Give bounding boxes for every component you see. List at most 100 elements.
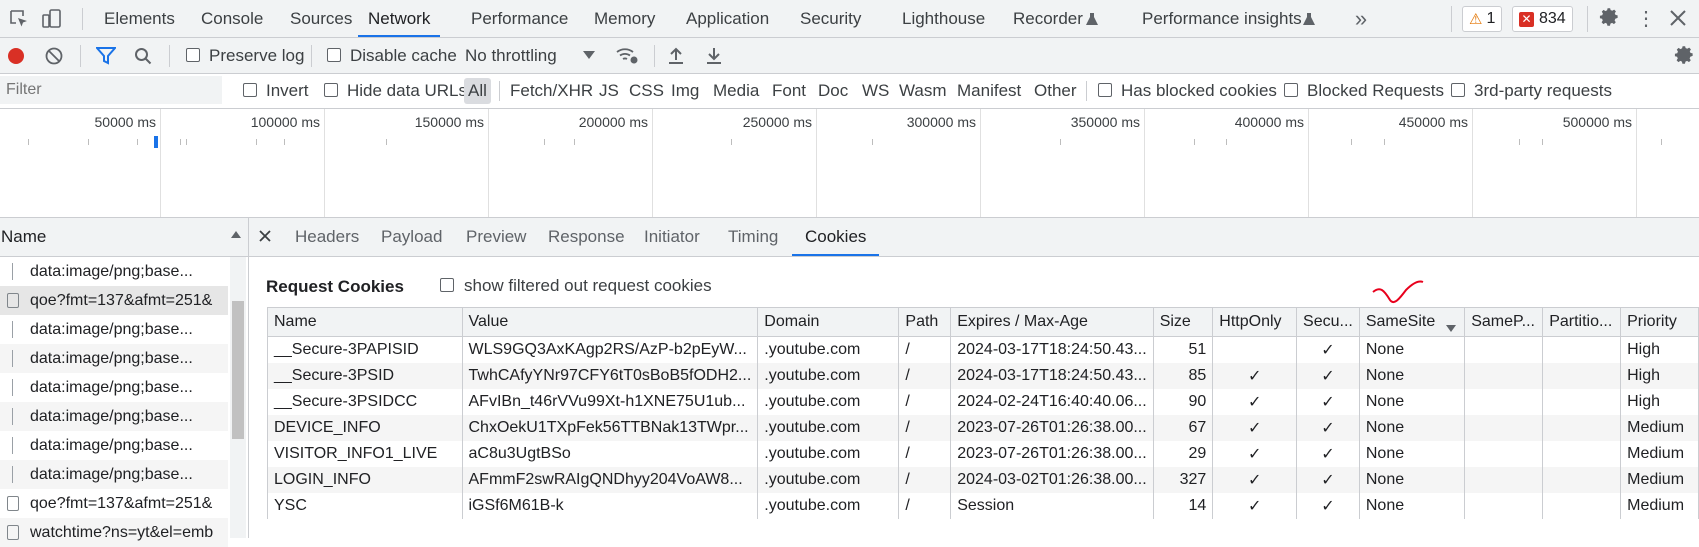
column-header-expires[interactable]: Expires / Max-Age xyxy=(950,307,1154,337)
hide-data-urls-checkbox[interactable] xyxy=(324,83,338,97)
network-settings-gear-icon[interactable] xyxy=(1673,44,1697,68)
column-header-value[interactable]: Value xyxy=(461,307,759,337)
cookie-row[interactable]: VISITOR_INFO1_LIVE aC8u3UgtBSo .youtube.… xyxy=(267,441,1699,467)
cookie-row[interactable]: DEVICE_INFO ChxOekU1TXpFek56TTBNak13TWpr… xyxy=(267,415,1699,441)
tab-elements[interactable]: Elements xyxy=(104,0,175,37)
type-filter-js[interactable]: JS xyxy=(599,81,619,101)
request-row[interactable]: data:image/png;base... xyxy=(0,431,228,460)
column-header-name[interactable]: Name xyxy=(267,307,463,337)
network-overview-timeline[interactable]: 50000 ms 100000 ms 150000 ms 200000 ms 2… xyxy=(0,109,1699,218)
cookie-row[interactable]: __Secure-3PSID TwhCAfyYNr97CFY6tT0sBoB5f… xyxy=(267,363,1699,389)
timeline-tick-label: 200000 ms xyxy=(578,114,648,130)
type-filter-other[interactable]: Other xyxy=(1034,81,1077,101)
record-icon[interactable] xyxy=(6,46,26,66)
show-filtered-cookies-checkbox[interactable] xyxy=(440,278,454,292)
column-header-secure[interactable]: Secu... xyxy=(1296,307,1360,337)
inspect-element-icon[interactable] xyxy=(8,8,30,30)
type-filter-font[interactable]: Font xyxy=(772,81,806,101)
cookie-row[interactable]: LOGIN_INFO AFmmF2swRAIgQNDhyy204VoAW8...… xyxy=(267,467,1699,493)
has-blocked-cookies-checkbox[interactable] xyxy=(1098,83,1112,97)
request-row[interactable]: data:image/png;base... xyxy=(0,402,228,431)
tab-initiator[interactable]: Initiator xyxy=(644,218,700,256)
timeline-tick-label: 500000 ms xyxy=(1562,114,1632,130)
tab-headers[interactable]: Headers xyxy=(295,218,359,256)
tab-application[interactable]: Application xyxy=(686,0,769,37)
column-header-partition-key[interactable]: Partitio... xyxy=(1542,307,1622,337)
timeline-request-marker xyxy=(154,136,158,148)
request-row[interactable]: data:image/png;base... xyxy=(0,315,228,344)
settings-gear-icon[interactable] xyxy=(1598,6,1622,30)
tab-recorder[interactable]: Recorder xyxy=(1013,0,1083,37)
tab-preview[interactable]: Preview xyxy=(466,218,526,256)
export-har-download-icon[interactable] xyxy=(704,45,724,65)
tab-timing[interactable]: Timing xyxy=(728,218,778,256)
name-column-header[interactable]: Name xyxy=(1,227,46,247)
cookie-path: / xyxy=(898,441,952,467)
column-header-httponly[interactable]: HttpOnly xyxy=(1212,307,1298,337)
tab-performance-insights[interactable]: Performance insights xyxy=(1142,0,1302,37)
cookie-row[interactable]: __Secure-3PAPISID WLS9GQ3AxKAgp2RS/AzP-b… xyxy=(267,336,1699,363)
third-party-requests-checkbox[interactable] xyxy=(1451,83,1465,97)
tab-memory[interactable]: Memory xyxy=(594,0,655,37)
errors-badge[interactable]: ✕ 834 xyxy=(1512,6,1573,32)
cookie-row[interactable]: __Secure-3PSIDCC AFvIBn_t46rVVu99Xt-h1XN… xyxy=(267,389,1699,415)
tab-cookies[interactable]: Cookies xyxy=(792,218,880,256)
request-row-selected[interactable]: qoe?fmt=137&afmt=251& xyxy=(0,286,228,315)
column-header-size[interactable]: Size xyxy=(1152,307,1214,337)
tab-sources[interactable]: Sources xyxy=(290,0,352,37)
search-icon[interactable] xyxy=(133,46,153,66)
type-filter-doc[interactable]: Doc xyxy=(818,81,848,101)
type-filter-img[interactable]: Img xyxy=(671,81,699,101)
tab-payload[interactable]: Payload xyxy=(381,218,442,256)
blocked-requests-checkbox[interactable] xyxy=(1284,83,1298,97)
preserve-log-checkbox[interactable] xyxy=(186,48,200,62)
device-toolbar-icon[interactable] xyxy=(40,7,64,31)
request-row[interactable]: data:image/png;base... xyxy=(0,460,228,489)
cookie-domain: .youtube.com xyxy=(757,493,900,519)
column-header-domain[interactable]: Domain xyxy=(757,307,900,337)
throttling-select[interactable]: No throttling xyxy=(465,46,557,66)
tab-response[interactable]: Response xyxy=(548,218,625,256)
column-header-path[interactable]: Path xyxy=(898,307,952,337)
cookie-value: iGSf6M61B-k xyxy=(461,493,759,519)
tab-network[interactable]: Network xyxy=(358,0,441,37)
filter-input[interactable] xyxy=(0,76,222,104)
request-list-header[interactable]: Name xyxy=(0,218,248,257)
request-row[interactable]: qoe?fmt=137&afmt=251& xyxy=(0,489,228,518)
type-filter-manifest[interactable]: Manifest xyxy=(957,81,1021,101)
scrollbar-thumb[interactable] xyxy=(232,301,244,439)
request-row[interactable]: data:image/png;base... xyxy=(0,257,228,286)
column-header-priority[interactable]: Priority xyxy=(1620,307,1699,337)
type-filter-media[interactable]: Media xyxy=(713,81,759,101)
cookie-sameparty xyxy=(1464,467,1544,493)
close-detail-icon[interactable] xyxy=(257,228,273,244)
filter-funnel-icon[interactable] xyxy=(95,46,117,66)
network-conditions-icon[interactable] xyxy=(614,44,640,66)
type-filter-css[interactable]: CSS xyxy=(629,81,664,101)
more-options-icon[interactable]: ⋮ xyxy=(1636,6,1656,30)
request-row[interactable]: data:image/png;base... xyxy=(0,344,228,373)
type-filter-all[interactable]: All xyxy=(464,78,491,104)
import-har-upload-icon[interactable] xyxy=(666,45,686,65)
request-row[interactable]: watchtime?ns=yt&el=emb xyxy=(0,518,228,547)
disable-cache-checkbox[interactable] xyxy=(327,48,341,62)
column-header-sameparty[interactable]: SameP... xyxy=(1464,307,1544,337)
invert-checkbox[interactable] xyxy=(243,83,257,97)
column-header-samesite[interactable]: SameSite xyxy=(1358,307,1466,337)
close-devtools-icon[interactable] xyxy=(1666,6,1690,30)
type-filter-ws[interactable]: WS xyxy=(862,81,889,101)
tab-lighthouse[interactable]: Lighthouse xyxy=(902,0,985,37)
request-row[interactable]: data:image/png;base... xyxy=(0,373,228,402)
type-filter-fetch-xhr[interactable]: Fetch/XHR xyxy=(510,81,593,101)
clear-icon[interactable] xyxy=(44,46,64,66)
warnings-badge[interactable]: ⚠ 1 xyxy=(1462,6,1503,32)
dropdown-arrow-icon[interactable] xyxy=(582,48,596,62)
type-filter-wasm[interactable]: Wasm xyxy=(899,81,947,101)
tab-console[interactable]: Console xyxy=(201,0,263,37)
disable-cache-label: Disable cache xyxy=(350,46,457,65)
tab-performance[interactable]: Performance xyxy=(471,0,568,37)
cookie-row[interactable]: YSC iGSf6M61B-k .youtube.com / Session 1… xyxy=(267,493,1699,519)
request-list-scrollbar[interactable] xyxy=(230,257,246,538)
tab-security[interactable]: Security xyxy=(800,0,861,37)
more-tabs-icon[interactable]: » xyxy=(1350,6,1372,31)
